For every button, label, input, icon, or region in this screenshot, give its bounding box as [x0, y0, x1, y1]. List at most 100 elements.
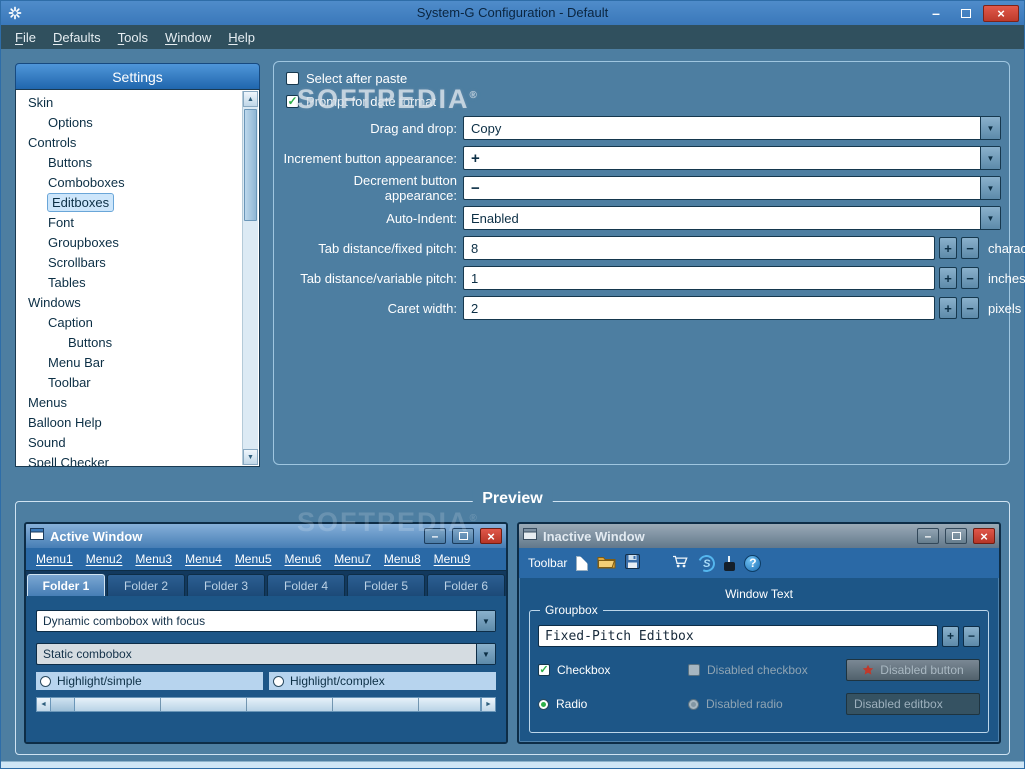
radio-icon[interactable]: [538, 698, 549, 710]
decrement-button[interactable]: −: [961, 297, 979, 319]
maximize-button[interactable]: [452, 528, 474, 544]
scrollbar-thumb[interactable]: [244, 109, 257, 221]
help-icon[interactable]: ?: [744, 554, 762, 572]
preview-menu-item[interactable]: Menu1: [36, 552, 73, 566]
increment-button[interactable]: +: [939, 297, 957, 319]
minimize-button[interactable]: –: [917, 528, 939, 544]
preview-menu-item[interactable]: Menu7: [334, 552, 371, 566]
radio-icon[interactable]: [40, 675, 51, 687]
decrement-button[interactable]: −: [963, 625, 980, 647]
highlight-simple-option[interactable]: Highlight/simple: [36, 672, 263, 690]
sidebar-item-editboxes[interactable]: Editboxes: [18, 193, 240, 213]
sidebar-item-menu-bar[interactable]: Menu Bar: [18, 353, 240, 373]
preview-menu-item[interactable]: Menu5: [235, 552, 272, 566]
tab-folder-4[interactable]: Folder 4: [267, 574, 345, 596]
maximize-button[interactable]: [953, 5, 979, 22]
cart-icon[interactable]: [672, 554, 689, 572]
chevron-down-icon[interactable]: ▼: [980, 177, 1000, 199]
sidebar-item-font[interactable]: Font: [18, 213, 240, 233]
tab-folder-3[interactable]: Folder 3: [187, 574, 265, 596]
tab-fixed-editbox[interactable]: 8: [463, 236, 935, 260]
sidebar-item-balloon-help[interactable]: Balloon Help: [18, 413, 240, 433]
prompt-date-format-checkbox[interactable]: ✓: [286, 94, 299, 108]
menu-defaults[interactable]: Defaults: [53, 30, 101, 45]
sidebar-item-groupboxes[interactable]: Groupboxes: [18, 233, 240, 253]
tab-variable-editbox[interactable]: 1: [463, 266, 935, 290]
sidebar-item-comboboxes[interactable]: Comboboxes: [18, 173, 240, 193]
tab-folder-5[interactable]: Folder 5: [347, 574, 425, 596]
scroll-down-icon[interactable]: ▼: [243, 449, 258, 465]
radio-icon[interactable]: [273, 675, 284, 687]
tab-folder-1[interactable]: Folder 1: [27, 574, 105, 596]
static-combobox[interactable]: Static combobox ▼: [36, 643, 496, 665]
sidebar-item-scrollbars[interactable]: Scrollbars: [18, 253, 240, 273]
tab-folder-2[interactable]: Folder 2: [107, 574, 185, 596]
sidebar-scrollbar[interactable]: ▲ ▼: [242, 91, 258, 465]
preview-menu-item[interactable]: Menu9: [434, 552, 471, 566]
chevron-down-icon[interactable]: ▼: [476, 644, 495, 664]
sidebar-item-windows[interactable]: Windows: [18, 293, 240, 313]
sidebar-item-sound[interactable]: Sound: [18, 433, 240, 453]
decrement-button[interactable]: −: [961, 237, 979, 259]
sidebar-item-tables[interactable]: Tables: [18, 273, 240, 293]
preview-horizontal-scrollbar[interactable]: ◄ ►: [36, 697, 496, 712]
chevron-down-icon[interactable]: ▼: [980, 117, 1000, 139]
menu-tools[interactable]: Tools: [118, 30, 148, 45]
open-folder-icon[interactable]: [597, 554, 616, 572]
save-icon[interactable]: [625, 554, 641, 572]
increment-button[interactable]: +: [939, 237, 957, 259]
highlight-complex-option[interactable]: Highlight/complex: [269, 672, 496, 690]
increment-button[interactable]: +: [942, 625, 959, 647]
dynamic-combobox[interactable]: Dynamic combobox with focus ▼: [36, 610, 496, 632]
preview-menu-item[interactable]: Menu2: [86, 552, 123, 566]
maximize-button[interactable]: [945, 528, 967, 544]
fixed-pitch-editbox[interactable]: Fixed-Pitch Editbox: [538, 625, 938, 647]
menu-help[interactable]: Help: [228, 30, 255, 45]
chevron-down-icon[interactable]: ▼: [980, 147, 1000, 169]
auto-indent-combobox[interactable]: Enabled ▼: [463, 206, 1001, 230]
sidebar-item-spell-checker[interactable]: Spell Checker: [18, 453, 240, 466]
tree-label: Buttons: [68, 335, 113, 350]
close-button[interactable]: ×: [973, 528, 995, 544]
scroll-left-icon[interactable]: ◄: [36, 697, 51, 712]
browser-icon[interactable]: S: [695, 552, 718, 574]
sidebar-item-skin[interactable]: Skin: [18, 93, 240, 113]
menu-file[interactable]: File: [15, 30, 36, 45]
increment-appearance-combobox[interactable]: + ▼: [463, 146, 1001, 170]
close-button[interactable]: ×: [480, 528, 502, 544]
decrement-appearance-combobox[interactable]: − ▼: [463, 176, 1001, 200]
increment-button[interactable]: +: [939, 267, 957, 289]
ink-pen-icon[interactable]: [724, 555, 736, 571]
sidebar-item-caption-buttons[interactable]: Buttons: [18, 333, 240, 353]
sidebar-item-toolbar[interactable]: Toolbar: [18, 373, 240, 393]
radio-option[interactable]: Radio: [538, 697, 688, 711]
sidebar-item-menus[interactable]: Menus: [18, 393, 240, 413]
sidebar-item-options[interactable]: Options: [18, 113, 240, 133]
new-file-icon[interactable]: [576, 555, 589, 571]
preview-menu-item[interactable]: Menu6: [285, 552, 322, 566]
preview-menu-item[interactable]: Menu8: [384, 552, 421, 566]
drag-and-drop-combobox[interactable]: Copy ▼: [463, 116, 1001, 140]
decrement-button[interactable]: −: [961, 267, 979, 289]
menu-window[interactable]: Window: [165, 30, 211, 45]
preview-menu-item[interactable]: Menu3: [135, 552, 172, 566]
chevron-down-icon[interactable]: ▼: [476, 611, 495, 631]
chevron-down-icon[interactable]: ▼: [980, 207, 1000, 229]
scrollbar-track[interactable]: [75, 697, 481, 712]
checkbox-icon[interactable]: ✓: [538, 664, 550, 676]
minimize-button[interactable]: –: [923, 5, 949, 22]
caret-width-editbox[interactable]: 2: [463, 296, 935, 320]
sidebar-item-caption[interactable]: Caption: [18, 313, 240, 333]
select-after-paste-checkbox[interactable]: [286, 71, 299, 85]
preview-menubar: Menu1 Menu2 Menu3 Menu4 Menu5 Menu6 Menu…: [26, 548, 506, 570]
scroll-up-icon[interactable]: ▲: [243, 91, 258, 107]
sidebar-item-controls[interactable]: Controls: [18, 133, 240, 153]
checkbox-option[interactable]: ✓ Checkbox: [538, 663, 688, 677]
preview-menu-item[interactable]: Menu4: [185, 552, 222, 566]
close-button[interactable]: ×: [983, 4, 1019, 22]
tab-folder-6[interactable]: Folder 6: [427, 574, 505, 596]
scroll-right-icon[interactable]: ►: [481, 697, 496, 712]
minimize-button[interactable]: –: [424, 528, 446, 544]
scrollbar-thumb[interactable]: [51, 697, 75, 712]
sidebar-item-buttons[interactable]: Buttons: [18, 153, 240, 173]
